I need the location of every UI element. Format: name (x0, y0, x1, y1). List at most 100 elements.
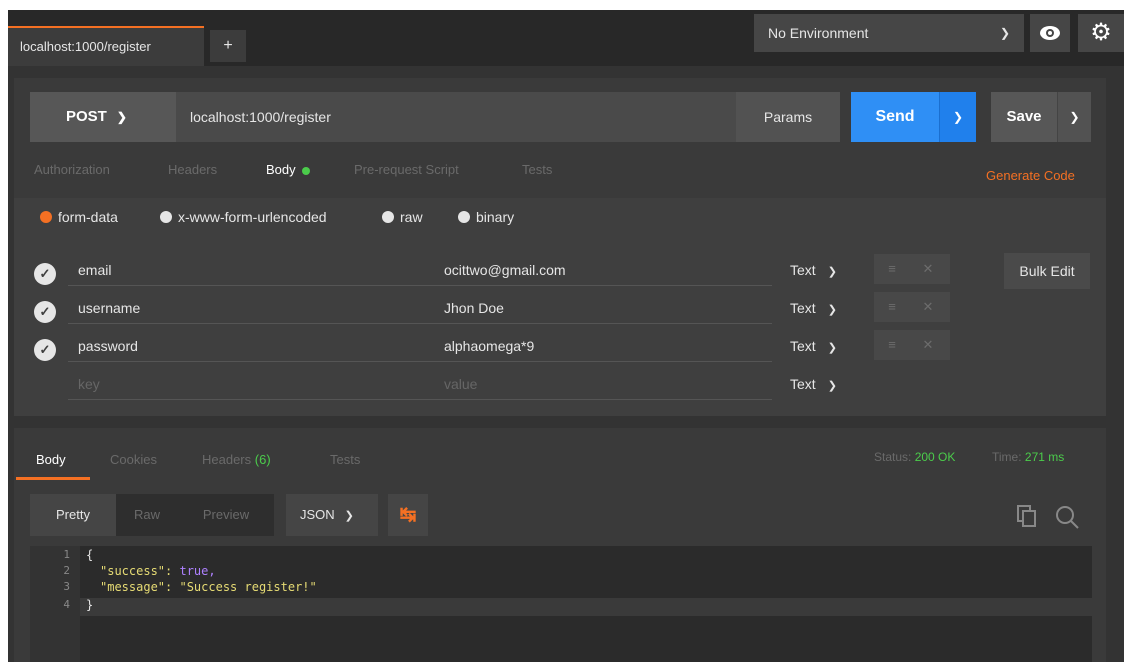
status-dot-icon (301, 166, 310, 175)
method-select[interactable]: POST ❯ (30, 92, 176, 142)
format-label: JSON (300, 507, 335, 522)
format-select[interactable]: JSON ❯ (286, 494, 378, 536)
add-tab-button[interactable]: + (210, 30, 246, 62)
time-readout: Time: 271 ms (992, 450, 1064, 464)
chevron-down-icon: ❯ (1069, 110, 1080, 124)
value-input[interactable]: ocittwo@gmail.com (432, 256, 772, 286)
wrap-lines-icon[interactable]: ↹ (388, 494, 428, 536)
tab-body[interactable]: Body (266, 162, 310, 177)
chevron-down-icon: ❯ (827, 266, 837, 278)
radio-urlencoded[interactable]: x-www-form-urlencoded (160, 209, 327, 225)
key-input[interactable]: email (68, 256, 440, 286)
checkmark-icon[interactable]: ✓ (34, 263, 56, 285)
json-value: "Success register!" (179, 580, 317, 594)
tab-response-tests[interactable]: Tests (330, 452, 360, 467)
line-number: 1 (63, 548, 70, 561)
radio-icon (160, 211, 172, 223)
checkmark-icon[interactable]: ✓ (34, 301, 56, 323)
pretty-button[interactable]: Pretty (30, 494, 116, 536)
current-line-highlight (80, 598, 1092, 616)
request-tab-label: localhost:1000/register (20, 39, 151, 54)
save-dropdown-button[interactable]: ❯ (1057, 92, 1091, 142)
tab-response-body[interactable]: Body (36, 452, 66, 467)
tab-body-label: Body (266, 162, 296, 177)
preview-button[interactable]: Preview (178, 494, 274, 536)
radio-binary[interactable]: binary (458, 209, 514, 225)
gear-icon[interactable]: ⚙ (1078, 14, 1124, 52)
type-label: Text (790, 376, 816, 392)
radio-label: form-data (58, 209, 118, 225)
close-icon[interactable]: ✕ (910, 330, 946, 360)
chevron-down-icon: ❯ (344, 510, 354, 522)
postman-window: localhost:1000/register + No Environment… (0, 0, 1124, 662)
time-label: Time: (992, 450, 1022, 464)
tab-authorization[interactable]: Authorization (34, 162, 110, 177)
form-row: ✓ password alphaomega*9 Text ❯ ≡ ✕ (34, 330, 1094, 368)
generate-code-link[interactable]: Generate Code (986, 168, 1075, 183)
tab-response-headers[interactable]: Headers (6) (202, 452, 271, 467)
code-line: "message": "Success register!" (100, 580, 317, 594)
line-number: 2 (63, 564, 70, 577)
type-select[interactable]: Text ❯ (790, 256, 837, 286)
row-actions: ≡ ✕ (874, 254, 950, 284)
tab-response-cookies[interactable]: Cookies (110, 452, 157, 467)
chevron-down-icon: ❯ (952, 110, 964, 124)
params-button[interactable]: Params (736, 92, 840, 142)
search-icon[interactable] (1054, 504, 1080, 530)
json-key: "message": (100, 580, 173, 594)
tab-label: Headers (202, 452, 252, 467)
status-readout: Status: 200 OK (874, 450, 955, 464)
environment-select[interactable]: No Environment ❯ (754, 14, 1024, 52)
status-label: Status: (874, 450, 912, 464)
close-icon[interactable]: ✕ (910, 254, 946, 284)
code-line: { (86, 548, 94, 562)
type-label: Text (790, 300, 816, 316)
chevron-down-icon: ❯ (116, 110, 127, 124)
value-input[interactable]: value (432, 370, 772, 400)
chevron-down-icon: ❯ (827, 342, 837, 354)
url-input[interactable]: localhost:1000/register (176, 92, 736, 142)
form-row: ✓ username Jhon Doe Text ❯ ≡ ✕ (34, 292, 1094, 330)
radio-form-data[interactable]: form-data (40, 209, 118, 225)
copy-icon[interactable] (1016, 504, 1038, 528)
send-button[interactable]: Send (851, 92, 939, 142)
raw-button[interactable]: Raw (116, 494, 178, 536)
type-select[interactable]: Text ❯ (790, 294, 837, 324)
form-row-empty: key value Text ❯ (34, 370, 1094, 406)
request-tab[interactable]: localhost:1000/register (8, 26, 204, 66)
checkmark-icon[interactable]: ✓ (34, 339, 56, 361)
row-actions: ≡ ✕ (874, 330, 950, 360)
response-editor[interactable]: 1 2 3 4 { "success": true, "message": "S… (30, 546, 1092, 662)
view-mode-group: Pretty Raw Preview (30, 494, 274, 536)
value-input[interactable]: Jhon Doe (432, 294, 772, 324)
environment-label: No Environment (768, 25, 869, 41)
chevron-down-icon: ❯ (827, 304, 837, 316)
method-label: POST (66, 108, 107, 125)
type-select[interactable]: Text ❯ (790, 370, 837, 400)
save-button[interactable]: Save (991, 92, 1057, 142)
tab-headers[interactable]: Headers (168, 162, 217, 177)
radio-raw[interactable]: raw (382, 209, 423, 225)
json-key: "success": (100, 564, 173, 578)
menu-icon[interactable]: ≡ (874, 330, 910, 360)
send-dropdown-button[interactable]: ❯ (939, 92, 976, 142)
tab-tests[interactable]: Tests (522, 162, 552, 177)
type-select[interactable]: Text ❯ (790, 332, 837, 362)
key-input[interactable]: key (68, 370, 440, 400)
form-row: ✓ email ocittwo@gmail.com Text ❯ ≡ ✕ (34, 254, 1094, 292)
bulk-edit-button[interactable]: Bulk Edit (1004, 253, 1090, 289)
radio-icon (458, 211, 470, 223)
json-value: true, (179, 564, 216, 578)
key-input[interactable]: password (68, 332, 440, 362)
menu-icon[interactable]: ≡ (874, 292, 910, 322)
close-icon[interactable]: ✕ (910, 292, 946, 322)
value-input[interactable]: alphaomega*9 (432, 332, 772, 362)
radio-icon (382, 211, 394, 223)
key-input[interactable]: username (68, 294, 440, 324)
headers-count: (6) (254, 452, 271, 467)
line-number: 4 (63, 598, 70, 611)
tab-pre-request-script[interactable]: Pre-request Script (354, 162, 459, 177)
menu-icon[interactable]: ≡ (874, 254, 910, 284)
eye-icon[interactable] (1030, 14, 1070, 52)
type-label: Text (790, 338, 816, 354)
